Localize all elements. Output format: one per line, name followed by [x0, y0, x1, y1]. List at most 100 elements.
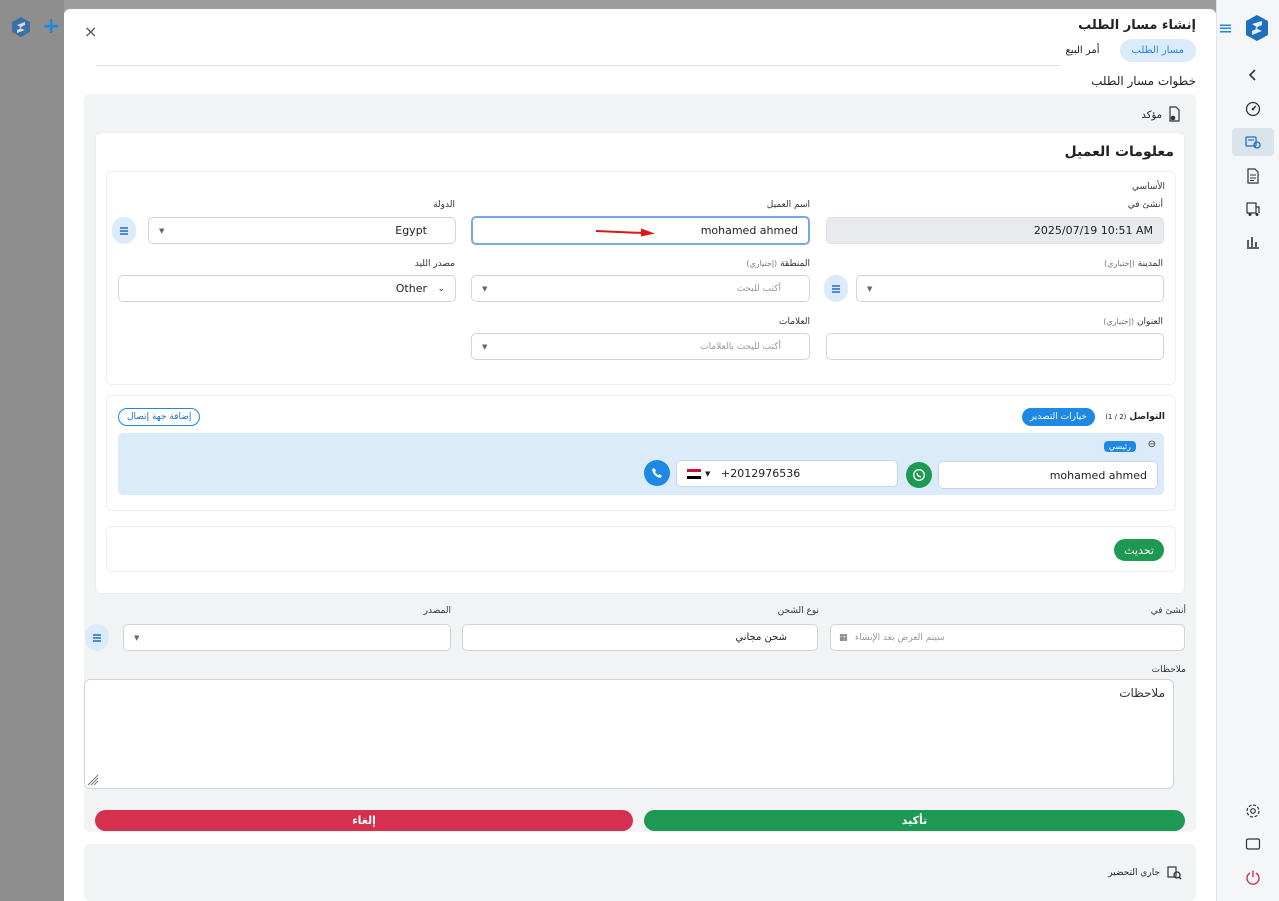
export-options-button[interactable]: خيارات التصدير	[1021, 408, 1095, 426]
modal-tabs: مسار الطلب أمر البيع	[1053, 39, 1196, 62]
menu-icon[interactable]: ≡	[1218, 18, 1233, 39]
resize-handle-icon[interactable]	[87, 774, 99, 786]
document-check-icon	[1168, 106, 1182, 125]
orders-icon[interactable]	[1232, 128, 1274, 156]
customer-name-label: اسم العميل	[766, 200, 810, 210]
created-at-field: 2025/07/19 10:51 AM	[826, 217, 1164, 244]
calendar-icon: ▦	[839, 632, 848, 643]
whatsapp-button[interactable]	[906, 462, 932, 488]
customer-info-title: معلومات العميل	[1064, 144, 1174, 160]
shipping-type-value: شحن مجاني	[735, 632, 787, 643]
step2-header: جاري التحضير	[1108, 865, 1182, 881]
steps-title: خطوات مسار الطلب	[1091, 74, 1196, 88]
source-label: المصدر	[423, 606, 451, 616]
contact-name-input[interactable]: mohamed ahmed	[938, 461, 1158, 489]
step-header[interactable]: مؤكد	[1141, 106, 1182, 125]
window-icon[interactable]	[1239, 830, 1267, 858]
red-arrow-annotation	[595, 228, 655, 237]
contact-title: التواصل	[1129, 412, 1165, 422]
app-logo-icon	[10, 16, 32, 41]
city-optional-text: (إختياري)	[1104, 259, 1135, 268]
whatsapp-icon	[913, 469, 925, 481]
shipping-type-select[interactable]: شحن مجاني ⌄	[462, 624, 818, 651]
customer-name-value: mohamed ahmed	[700, 224, 798, 237]
contact-section: التواصل (1 / 2) خيارات التصدير إضافة جهة…	[106, 395, 1176, 511]
cancel-button[interactable]: إلغاء	[95, 810, 633, 831]
chevron-down-icon: ⌄	[750, 633, 757, 642]
call-button[interactable]	[644, 460, 670, 486]
contact-title-wrap: التواصل (1 / 2)	[1105, 412, 1165, 422]
basic-label: الأساسي	[1132, 182, 1165, 192]
egypt-flag-icon[interactable]	[687, 469, 701, 479]
list-icon	[93, 633, 101, 642]
customer-info-card: معلومات العميل الأساسي أنشئ في 2025/07/1…	[95, 132, 1185, 594]
country-options-button[interactable]	[112, 217, 136, 244]
tags-search-select[interactable]: ▼ أكتب للبحث بالعلامات	[471, 333, 810, 360]
address-optional-text: (إختياري)	[1103, 317, 1135, 326]
contact-name-value: mohamed ahmed	[1049, 468, 1147, 482]
notes-value: ملاحظات	[1119, 686, 1165, 700]
step2-status-label: جاري التحضير	[1108, 868, 1160, 878]
region-search-select[interactable]: ▼ أكتب للبحث	[471, 275, 810, 302]
phone-input[interactable]: +2012976536 ▼	[676, 460, 898, 487]
reports-bar-chart-icon[interactable]	[1239, 228, 1267, 256]
list-icon	[120, 226, 128, 235]
country-select[interactable]: ▼ Egypt	[148, 217, 456, 244]
invoice-icon[interactable]	[1239, 162, 1267, 190]
dropdown-caret-icon: ▼	[482, 342, 488, 351]
settings-gear-icon[interactable]	[1239, 797, 1267, 825]
dropdown-caret-icon: ▼	[134, 633, 140, 642]
modal-title: إنشاء مسار الطلب	[1078, 18, 1196, 33]
phone-value: +2012976536	[721, 467, 801, 480]
notes-textarea[interactable]: ملاحظات	[84, 679, 1174, 789]
create-order-path-modal: × إنشاء مسار الطلب مسار الطلب أمر البيع …	[64, 9, 1216, 901]
brand-logo-icon	[1245, 14, 1269, 42]
address-input[interactable]	[826, 333, 1164, 360]
primary-badge: رئيسي	[1103, 441, 1136, 452]
created-at2-placeholder: سيتم العرض بعد الإنشاء	[855, 632, 945, 643]
step-status-label: مؤكد	[1141, 110, 1162, 121]
created-at2-label: أنشئ في	[1150, 606, 1186, 616]
power-logout-icon[interactable]	[1239, 863, 1267, 891]
update-section: تحديث	[106, 526, 1176, 572]
customer-name-input[interactable]: mohamed ahmed	[471, 216, 810, 245]
shipping-icon[interactable]	[1239, 195, 1267, 223]
right-sidebar: ≡	[1216, 0, 1279, 901]
region-placeholder: أكتب للبحث	[736, 283, 781, 294]
list-icon	[832, 284, 840, 293]
tabs-divider	[96, 65, 1060, 66]
basic-info-section: الأساسي أنشئ في 2025/07/19 10:51 AM اسم …	[106, 171, 1176, 385]
step-confirmed-panel: مؤكد معلومات العميل الأساسي أنشئ في 2025…	[84, 94, 1196, 832]
lead-source-select[interactable]: Other ⌄	[118, 275, 456, 302]
dropdown-caret-icon: ▼	[482, 284, 488, 293]
city-select[interactable]: ▼	[856, 275, 1164, 302]
region-optional-text: (إختياري)	[746, 259, 778, 268]
background-left-panel	[0, 0, 64, 901]
created-at-label: أنشئ في	[1127, 200, 1163, 210]
country-label: الدولة	[433, 200, 455, 210]
primary-contact-row: ⊖ رئيسي mohamed ahmed +2012976536 ▼	[118, 433, 1164, 495]
tab-order-path[interactable]: مسار الطلب	[1119, 39, 1196, 62]
tab-sales-order[interactable]: أمر البيع	[1053, 39, 1111, 62]
add-icon[interactable]: +	[42, 14, 60, 39]
lead-source-value: Other	[395, 282, 427, 295]
region-label-text: المنطقة	[780, 259, 810, 269]
tags-label: العلامات	[779, 317, 810, 327]
collapse-chevron-icon[interactable]	[1239, 61, 1267, 89]
dashboard-gauge-icon[interactable]	[1239, 95, 1267, 123]
source-options-button[interactable]	[85, 624, 109, 651]
notes-label: ملاحظات	[1151, 665, 1186, 675]
city-label: المدينة (إختياري)	[1104, 259, 1163, 269]
confirm-button[interactable]: تأكيد	[644, 810, 1185, 831]
dropdown-caret-icon: ▼	[705, 469, 711, 478]
created-at2-field: سيتم العرض بعد الإنشاء ▦	[830, 624, 1185, 651]
close-icon[interactable]: ×	[84, 22, 97, 41]
step-preparing-panel[interactable]: جاري التحضير	[84, 844, 1196, 901]
add-contact-button[interactable]: إضافة جهة إتصال	[118, 408, 201, 426]
source-select[interactable]: ▼	[123, 624, 451, 651]
update-button[interactable]: تحديث	[1114, 539, 1164, 561]
collapse-circle-icon[interactable]: ⊖	[1148, 439, 1156, 450]
shipping-type-label: نوع الشحن	[777, 606, 819, 616]
city-options-button[interactable]	[824, 275, 848, 302]
tags-placeholder: أكتب للبحث بالعلامات	[700, 341, 781, 352]
